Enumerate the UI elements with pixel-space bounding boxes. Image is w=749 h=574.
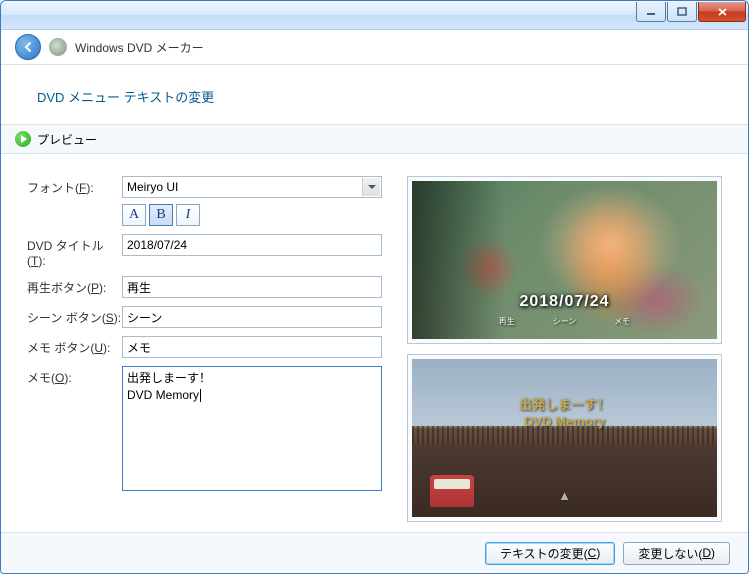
content-area: フォント(F): Meiryo UI A B I DVD タイトル(T): (1, 154, 748, 532)
bold-button[interactable]: B (149, 204, 173, 226)
close-icon (717, 7, 728, 17)
back-button[interactable] (15, 34, 41, 60)
minimize-button[interactable] (636, 2, 666, 22)
van-graphic (430, 475, 474, 507)
preview-scene-label: シーン (553, 316, 577, 327)
notes-label: メモ(O): (27, 366, 122, 386)
toolbar: プレビュー (1, 125, 748, 154)
minimize-icon (646, 7, 656, 17)
preview-play-label: 再生 (499, 316, 515, 327)
preview-main-menu: 2018/07/24 再生 シーン メモ (407, 176, 722, 344)
up-arrow-icon: ▲ (558, 488, 571, 503)
maximize-button[interactable] (667, 2, 697, 22)
back-arrow-icon (21, 40, 35, 54)
font-combo-value: Meiryo UI (127, 180, 178, 194)
spacer (27, 204, 122, 207)
preview-menu-buttons: 再生 シーン メモ (499, 316, 631, 327)
notes-textarea[interactable]: 出発しまーす！ DVD Memory (122, 366, 382, 491)
format-buttons: A B I (122, 204, 200, 226)
chevron-down-icon (362, 178, 380, 196)
footer: テキストの変更(C) 変更しない(D) (1, 532, 748, 573)
dvd-title-input[interactable]: 2018/07/24 (122, 234, 382, 256)
font-combo[interactable]: Meiryo UI (122, 176, 382, 198)
font-color-button[interactable]: A (122, 204, 146, 226)
preview-notes-text: 出発しまーす！DVD Memory (519, 397, 610, 431)
app-window: Windows DVD メーカー DVD メニュー テキストの変更 プレビュー … (0, 0, 749, 574)
header: Windows DVD メーカー (1, 30, 748, 64)
play-button-label: 再生ボタン(P): (27, 276, 122, 296)
form-column: フォント(F): Meiryo UI A B I DVD タイトル(T): (27, 176, 397, 522)
preview-notes-menu: 出発しまーす！DVD Memory ▲ (407, 354, 722, 522)
app-title: Windows DVD メーカー (75, 39, 204, 56)
play-icon (15, 131, 31, 147)
font-label: フォント(F): (27, 176, 122, 196)
play-button-input[interactable]: 再生 (122, 276, 382, 298)
preview-button[interactable]: プレビュー (37, 131, 97, 148)
close-button[interactable] (698, 2, 746, 22)
text-cursor (200, 389, 201, 402)
notes-button-label: メモ ボタン(U): (27, 336, 122, 356)
notes-button-input[interactable]: メモ (122, 336, 382, 358)
page-subtitle: DVD メニュー テキストの変更 (1, 64, 748, 125)
italic-button[interactable]: I (176, 204, 200, 226)
preview-memo-label: メモ (614, 316, 630, 327)
scene-button-input[interactable]: シーン (122, 306, 382, 328)
dvd-title-label: DVD タイトル(T): (27, 234, 122, 268)
maximize-icon (677, 7, 687, 17)
change-text-button[interactable]: テキストの変更(C) (485, 542, 615, 565)
preview-main-image: 2018/07/24 再生 シーン メモ (412, 181, 717, 339)
preview-title-text: 2018/07/24 (519, 293, 609, 311)
preview-column: 2018/07/24 再生 シーン メモ 出発しまーす！DVD Memory ▲ (407, 176, 722, 522)
no-change-button[interactable]: 変更しない(D) (623, 542, 730, 565)
app-icon (49, 38, 67, 56)
titlebar (1, 1, 748, 30)
preview-notes-image: 出発しまーす！DVD Memory ▲ (412, 359, 717, 517)
scene-button-label: シーン ボタン(S): (27, 306, 122, 326)
